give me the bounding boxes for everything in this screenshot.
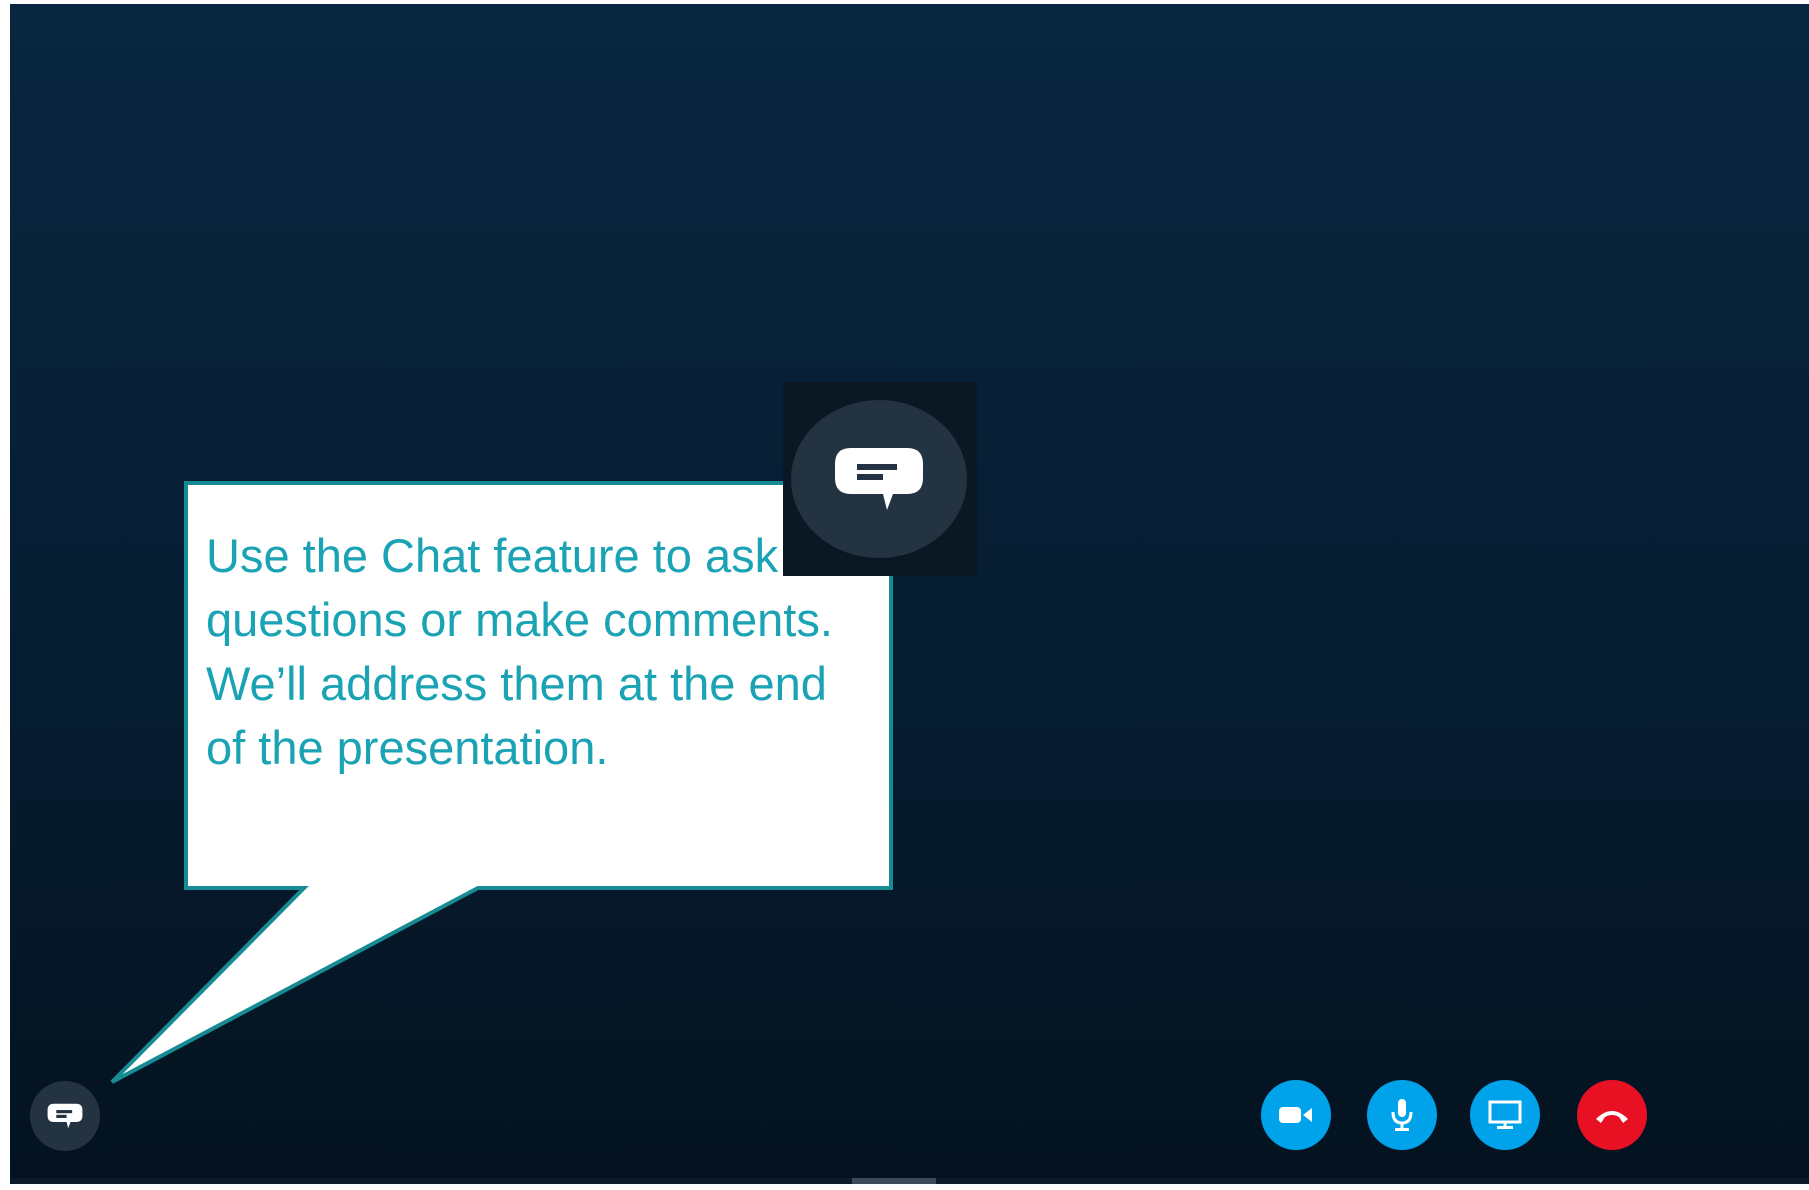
scroll-indicator <box>852 1178 936 1184</box>
chat-bubble-icon <box>835 448 923 510</box>
phone-hangup-icon <box>1596 1111 1628 1123</box>
screen-share-button[interactable] <box>1470 1080 1540 1150</box>
hang-up-button[interactable] <box>1577 1080 1647 1150</box>
chat-bubble-icon <box>47 1103 83 1129</box>
microphone-toggle-button[interactable] <box>1367 1080 1437 1150</box>
callout-text: Use the Chat feature to ask questions or… <box>206 529 833 774</box>
video-camera-icon <box>1279 1107 1312 1123</box>
chat-button[interactable] <box>30 1081 100 1151</box>
screen-share-icon <box>1488 1100 1522 1129</box>
video-toggle-button[interactable] <box>1261 1080 1331 1150</box>
bottom-strip <box>10 1178 1809 1184</box>
microphone-icon <box>1391 1099 1413 1131</box>
